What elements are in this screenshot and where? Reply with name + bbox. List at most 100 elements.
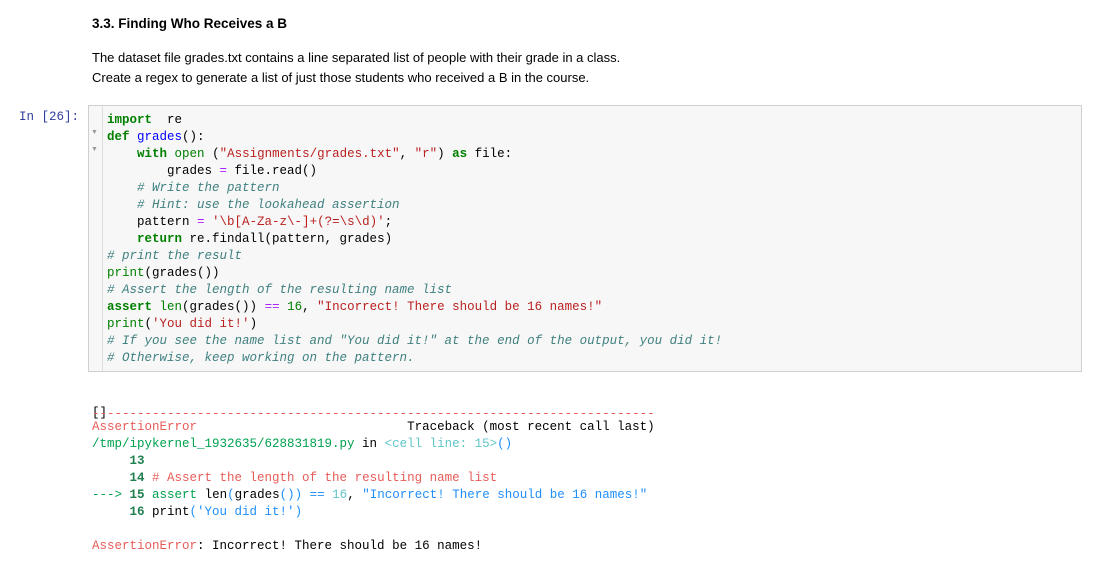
code-token: ( — [144, 317, 153, 331]
code-token: len — [159, 300, 183, 314]
code-token: , — [302, 300, 318, 314]
code-token: ) — [294, 505, 303, 519]
code-token: ; — [384, 215, 393, 229]
section-heading: 3.3. Finding Who Receives a B — [92, 16, 288, 31]
code-line: def grades(): — [107, 129, 722, 146]
code-token: as — [452, 147, 468, 161]
code-token: ()) — [279, 488, 303, 502]
code-token: ( — [227, 488, 235, 502]
code-token: grades — [234, 488, 280, 502]
code-token: , — [347, 488, 363, 502]
code-token: # Assert the length of the resulting nam… — [107, 283, 453, 297]
editor-gutter: ▼ ▼ — [89, 106, 103, 371]
code-token: 16 — [287, 300, 303, 314]
code-line: return re.findall(pattern, grades) — [107, 231, 722, 248]
code-token: 'You did it!' — [152, 317, 250, 331]
description: The dataset file grades.txt contains a l… — [92, 48, 1072, 88]
code-token: (): — [182, 130, 205, 144]
cell-prompt: In [26]: — [19, 110, 80, 124]
code-token: # Otherwise, keep working on the pattern… — [107, 351, 415, 365]
code-token: # Hint: use the lookahead assertion — [137, 198, 400, 212]
code-token: # Assert the length of the resulting nam… — [152, 471, 498, 485]
fold-arrow-icon[interactable]: ▼ — [91, 129, 98, 136]
traceback-line: AssertionError: Incorrect! There should … — [92, 538, 655, 555]
traceback-line: 14 # Assert the length of the resulting … — [92, 470, 655, 487]
code-line: # Hint: use the lookahead assertion — [107, 197, 722, 214]
traceback-line — [92, 521, 655, 538]
traceback-line: AssertionError Traceback (most recent ca… — [92, 419, 655, 436]
fold-arrow-icon[interactable]: ▼ — [91, 146, 98, 153]
code-line: # Write the pattern — [107, 180, 722, 197]
code-token: pattern — [107, 215, 198, 229]
code-token: = — [197, 215, 205, 229]
code-line: with open ("Assignments/grades.txt", "r"… — [107, 146, 722, 163]
code-token: 15 — [129, 488, 145, 502]
code-text[interactable]: import re def grades(): with open ("Assig… — [107, 112, 722, 367]
code-token: == — [309, 488, 325, 502]
traceback-line: /tmp/ipykernel_1932635/628831819.py in <… — [92, 436, 655, 453]
code-line: # Assert the length of the resulting nam… — [107, 282, 722, 299]
code-token: assert — [152, 488, 198, 502]
code-line: # If you see the name list and "You did … — [107, 333, 722, 350]
code-token: def — [107, 130, 130, 144]
code-token: import — [107, 113, 153, 127]
code-token: # If you see the name list and "You did … — [107, 334, 723, 348]
code-token: # print the result — [107, 249, 243, 263]
code-token: ) — [437, 147, 453, 161]
code-token: grades — [137, 130, 183, 144]
code-token: "Incorrect! There should be 16 names!" — [362, 488, 648, 502]
traceback-output: ----------------------------------------… — [92, 408, 655, 555]
code-token: print — [107, 317, 145, 331]
traceback-line: 13 — [92, 453, 655, 470]
code-token: "Assignments/grades.txt" — [219, 147, 400, 161]
code-token: re — [152, 113, 183, 127]
code-token: # Write the pattern — [137, 181, 280, 195]
markdown-cell: 3.3. Finding Who Receives a B The datase… — [92, 14, 1072, 88]
code-line: import re — [107, 112, 722, 129]
code-line: grades = file.read() — [107, 163, 722, 180]
code-token: '\b[A-Za-z\-]+(?=\s\d)' — [212, 215, 385, 229]
code-token: AssertionError — [92, 420, 198, 434]
code-cell-editor[interactable]: ▼ ▼ import re def grades(): with open ("A… — [88, 105, 1082, 372]
code-token: return — [137, 232, 183, 246]
code-token: = — [219, 164, 228, 178]
code-token: (grades()) — [182, 300, 265, 314]
code-token: ) — [249, 317, 258, 331]
code-line: print('You did it!') — [107, 316, 722, 333]
traceback-line: 16 print('You did it!') — [92, 504, 655, 521]
code-line: pattern = '\b[A-Za-z\-]+(?=\s\d)'; — [107, 214, 722, 231]
code-token: grades — [107, 164, 220, 178]
traceback-line: ----------------------------------------… — [92, 408, 655, 421]
code-token: Traceback (most recent call last) — [197, 420, 655, 434]
code-token: (grades()) — [144, 266, 220, 280]
code-token: "Incorrect! There should be 16 names!" — [317, 300, 603, 314]
code-token: 14 — [92, 471, 145, 485]
code-token: 'You did it!' — [197, 505, 295, 519]
code-token: len — [197, 488, 228, 502]
code-token: with — [137, 147, 168, 161]
code-token: /tmp/ipykernel_1932635/628831819.py — [92, 437, 355, 451]
code-token: in — [354, 437, 385, 451]
code-token: file: — [467, 147, 513, 161]
code-token: 13 — [92, 454, 145, 468]
code-token: "r" — [414, 147, 438, 161]
code-token: open — [174, 147, 205, 161]
code-token: , — [399, 147, 415, 161]
code-line: assert len(grades()) == 16, "Incorrect! … — [107, 299, 722, 316]
code-token: ( — [189, 505, 198, 519]
code-token: == — [264, 300, 280, 314]
code-token: ---> — [92, 488, 130, 502]
code-token: print — [107, 266, 145, 280]
code-token: print — [144, 505, 190, 519]
code-line: # print the result — [107, 248, 722, 265]
code-token: file.read() — [227, 164, 318, 178]
code-token: AssertionError — [92, 539, 198, 553]
code-token: 16 — [332, 488, 348, 502]
code-line: # Otherwise, keep working on the pattern… — [107, 350, 722, 367]
code-token: assert — [107, 300, 153, 314]
code-token: () — [497, 437, 513, 451]
